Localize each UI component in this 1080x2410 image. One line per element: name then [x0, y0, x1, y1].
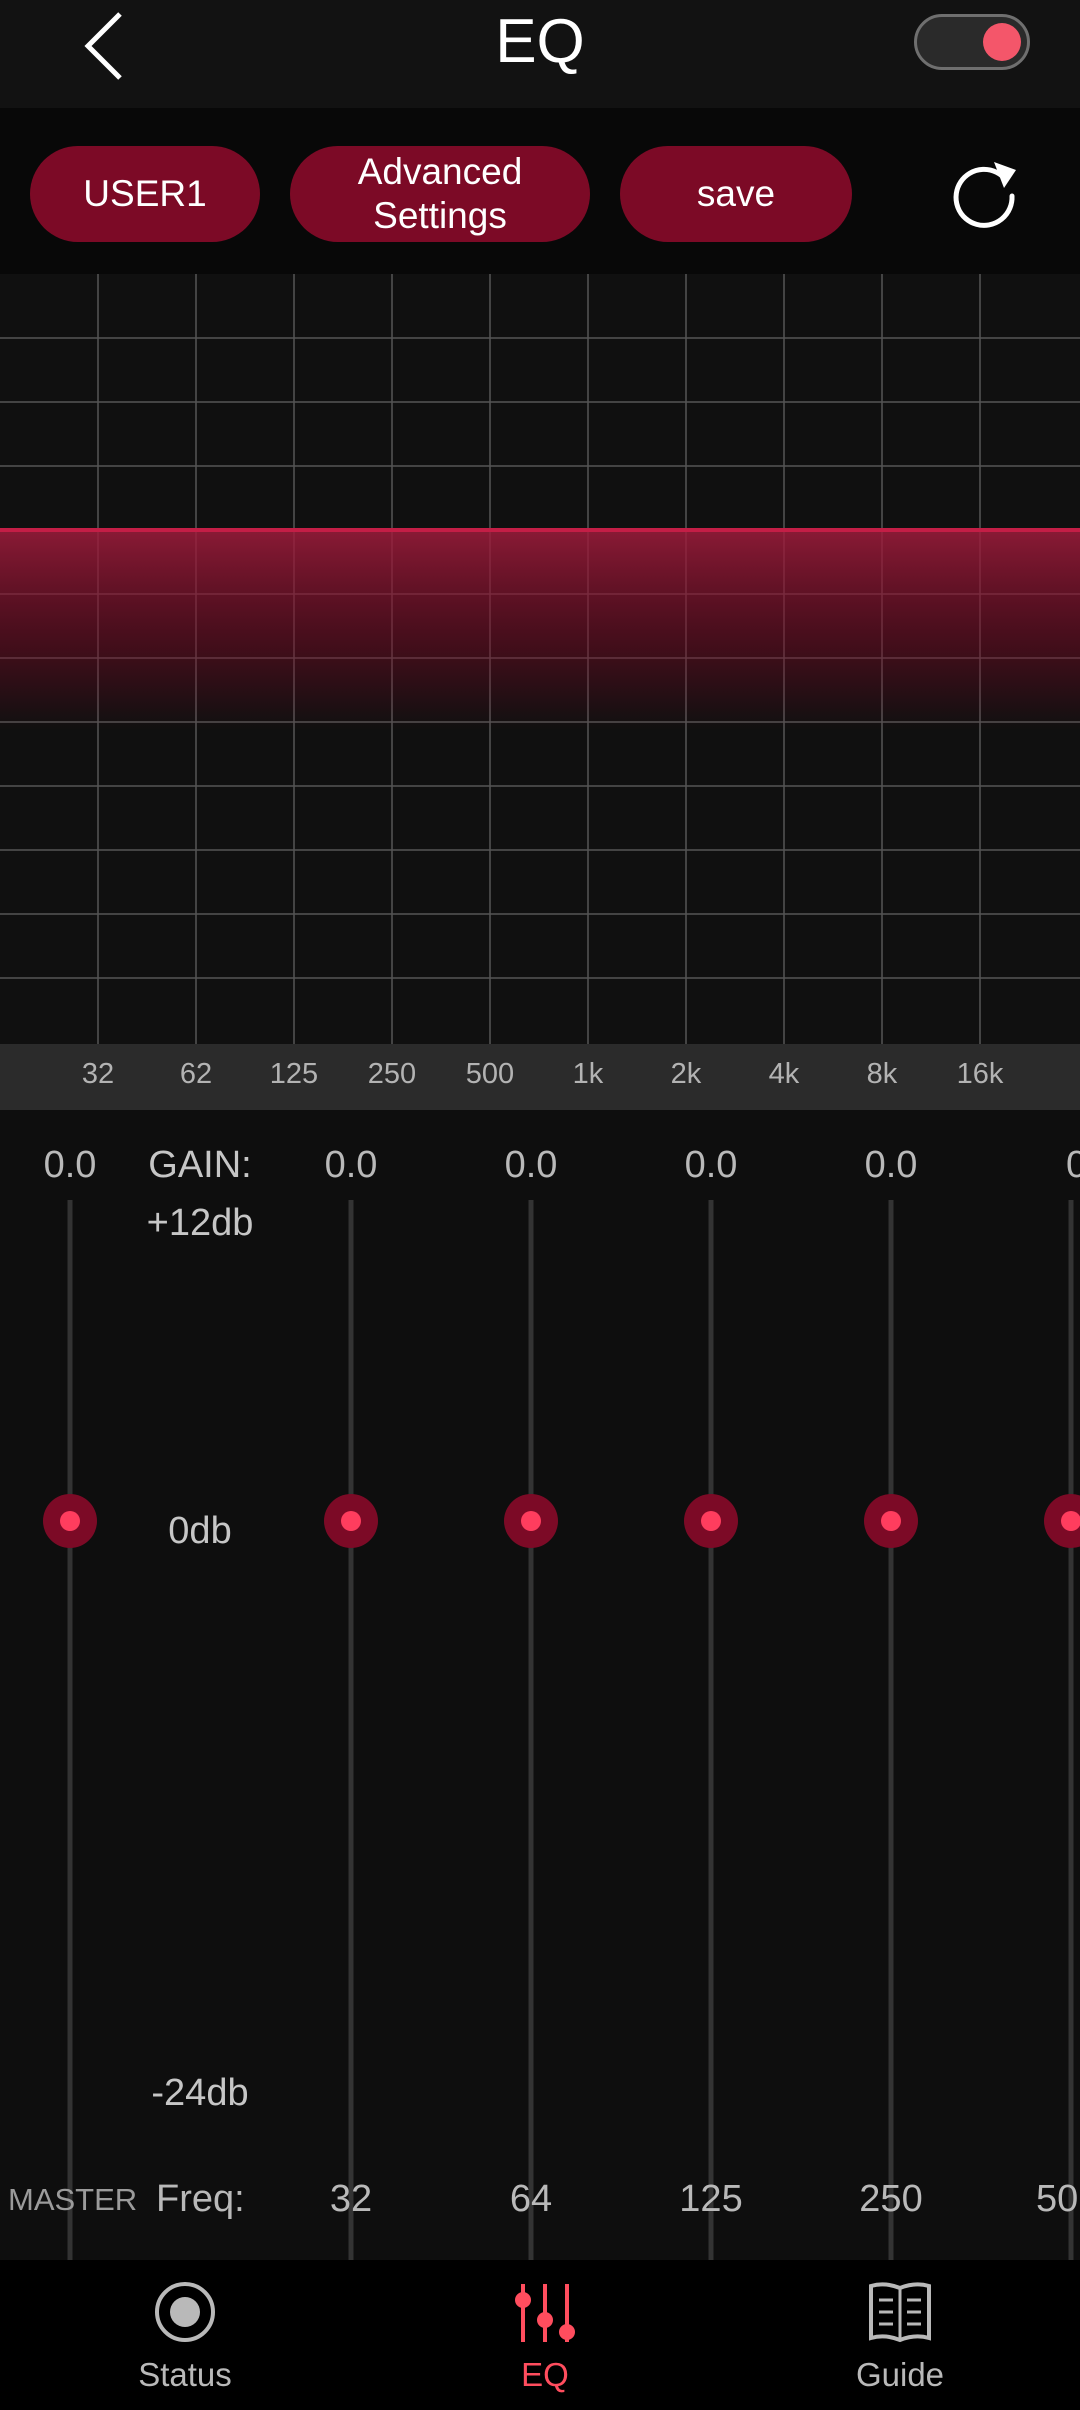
- band-gain-value: 0.: [1066, 1144, 1080, 1186]
- band-slider-knob[interactable]: [1044, 1494, 1080, 1548]
- band-slider-knob[interactable]: [324, 1494, 378, 1548]
- band-gain-value: 0.0: [324, 1144, 378, 1186]
- band-slider-knob[interactable]: [864, 1494, 918, 1548]
- nav-label-eq: EQ: [521, 2356, 569, 2393]
- gain-min-label: -24db: [151, 2072, 249, 2114]
- eq-graph-canvas: [0, 274, 1080, 1044]
- eq-curve-graph: [0, 274, 1080, 1044]
- freq-tick: 2k: [670, 1058, 702, 1090]
- freq-title: Freq:: [156, 2178, 245, 2220]
- refresh-icon: [953, 162, 1016, 228]
- master-slider-track[interactable]: [67, 1200, 73, 2260]
- band-slider-knob[interactable]: [684, 1494, 738, 1548]
- band-slider-track[interactable]: [348, 1200, 354, 2260]
- save-button[interactable]: save: [620, 146, 852, 242]
- top-bar: EQ: [0, 0, 1080, 108]
- band-freq-label: 50: [1036, 2178, 1079, 2220]
- nav-item-guide[interactable]: Guide: [770, 2260, 1030, 2410]
- freq-tick: 16k: [956, 1058, 1004, 1090]
- advanced-label-line2: Settings: [373, 195, 507, 236]
- gain-zero-label: 0db: [168, 1510, 232, 1552]
- nav-item-status[interactable]: Status: [55, 2260, 315, 2410]
- gain-max-label: +12db: [146, 1202, 254, 1244]
- band-slider-track[interactable]: [888, 1200, 894, 2260]
- frequency-axis: 32 62 125 250 500 1k 2k 4k 8k 16k: [0, 1044, 1080, 1110]
- save-label: save: [696, 173, 776, 214]
- user-preset-label: USER1: [83, 173, 207, 214]
- bottom-nav: Status EQ Guide: [0, 2260, 1080, 2410]
- freq-tick: 500: [465, 1058, 515, 1090]
- band-slider-track[interactable]: [1068, 1200, 1074, 2260]
- master-gain-value: 0.0: [43, 1144, 97, 1186]
- freq-tick: 125: [269, 1058, 319, 1090]
- eq-enable-toggle[interactable]: [914, 14, 1030, 70]
- band-gain-value: 0.0: [864, 1144, 918, 1186]
- band-freq-label: 64: [509, 2178, 553, 2220]
- advanced-settings-button[interactable]: Advanced Settings: [290, 146, 590, 242]
- band-freq-label: 32: [329, 2178, 373, 2220]
- nav-label-status: Status: [138, 2356, 232, 2393]
- freq-tick: 62: [179, 1058, 213, 1090]
- nav-item-eq[interactable]: EQ: [415, 2260, 675, 2410]
- nav-label-guide: Guide: [855, 2356, 945, 2393]
- user-preset-button[interactable]: USER1: [30, 146, 260, 242]
- status-icon: [155, 2282, 215, 2342]
- freq-tick: 32: [81, 1058, 115, 1090]
- reset-button[interactable]: [948, 156, 1022, 230]
- band-slider-track[interactable]: [528, 1200, 534, 2260]
- gain-title: GAIN:: [148, 1144, 252, 1186]
- band-gain-value: 0.0: [504, 1144, 558, 1186]
- freq-tick: 250: [367, 1058, 417, 1090]
- master-label: MASTER: [8, 2182, 138, 2217]
- master-slider-knob[interactable]: [43, 1494, 97, 1548]
- band-freq-label: 125: [679, 2178, 743, 2220]
- band-slider-track[interactable]: [708, 1200, 714, 2260]
- band-slider-knob[interactable]: [504, 1494, 558, 1548]
- band-gain-value: 0.0: [684, 1144, 738, 1186]
- band-sliders-panel: 0.0 GAIN: +12db 0db -24db 0.0 0.0 0.0 0.…: [0, 1110, 1080, 2260]
- freq-tick: 1k: [572, 1058, 604, 1090]
- freq-tick: 4k: [768, 1058, 800, 1090]
- band-freq-label: 250: [859, 2178, 923, 2220]
- eq-icon: [515, 2284, 575, 2342]
- freq-tick: 8k: [866, 1058, 898, 1090]
- toggle-knob: [983, 23, 1021, 61]
- eq-curve-fill: [0, 530, 1080, 730]
- advanced-label-line1: Advanced: [357, 151, 523, 192]
- guide-icon: [869, 2282, 931, 2343]
